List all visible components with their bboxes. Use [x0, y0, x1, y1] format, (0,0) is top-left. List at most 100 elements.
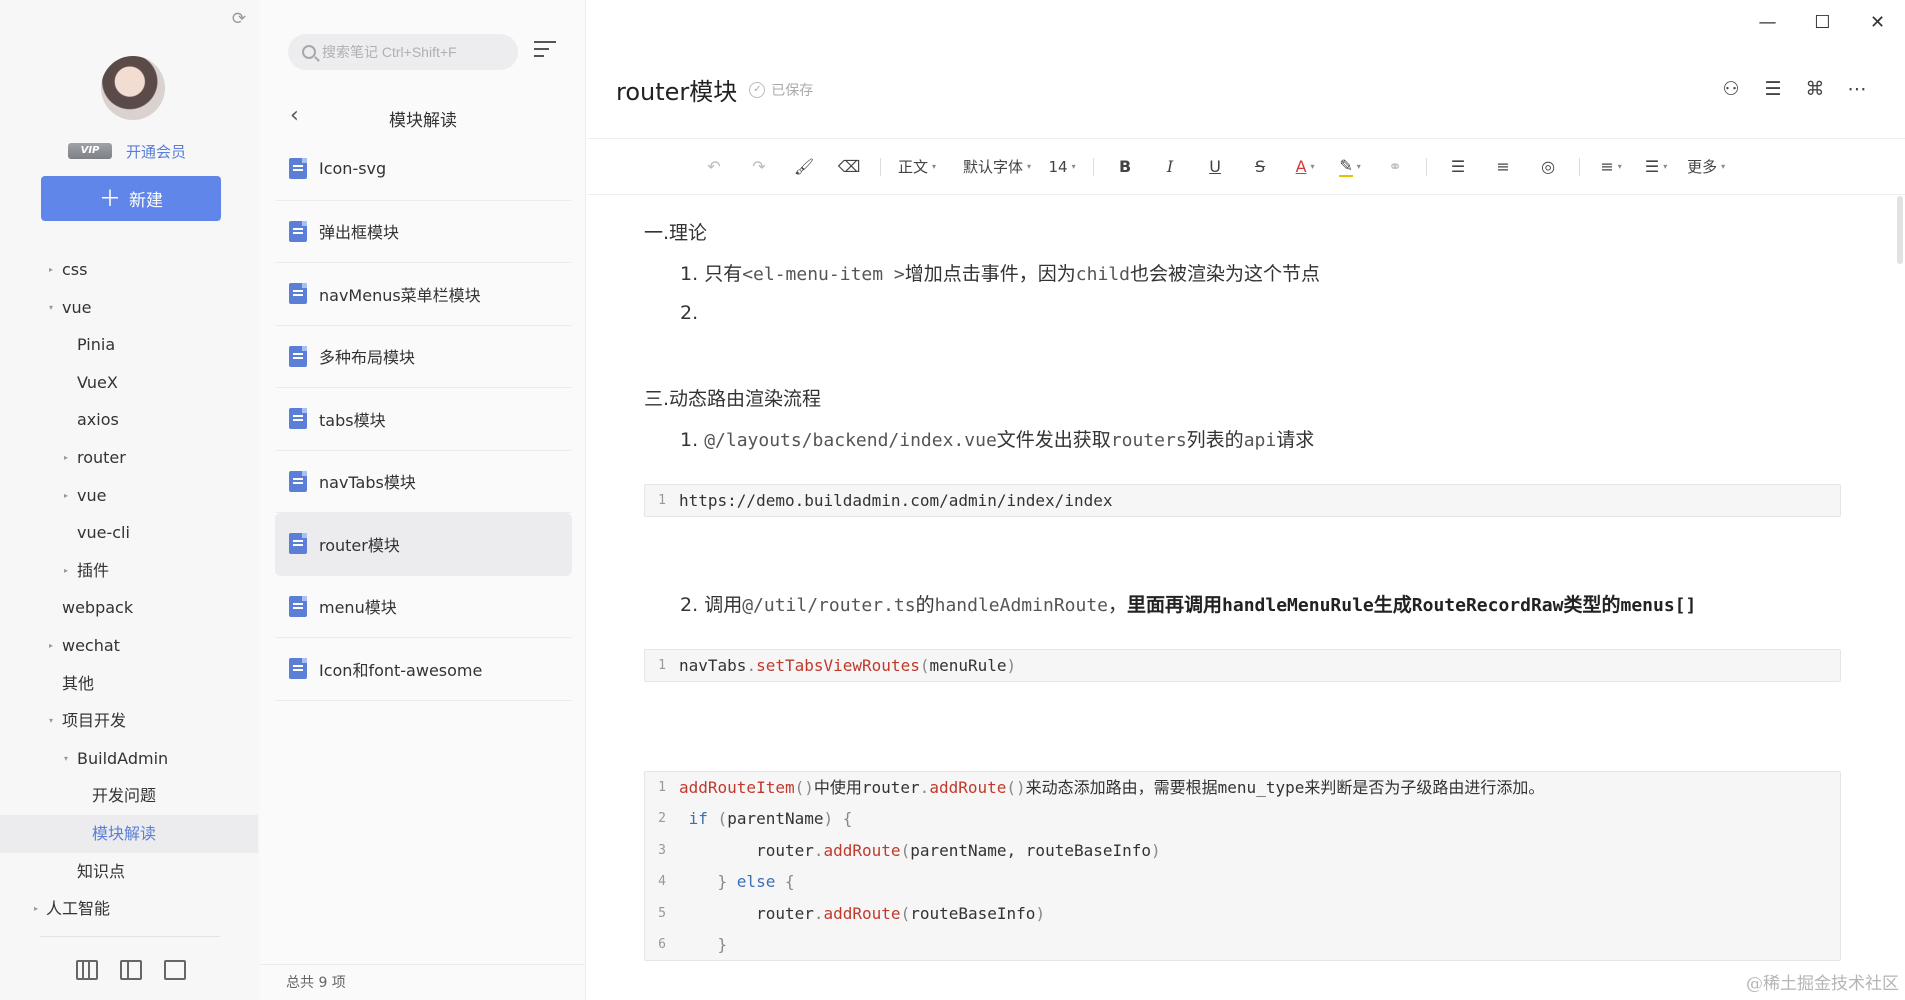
search-input[interactable] — [322, 44, 502, 60]
font-size-dropdown[interactable]: 14 ▾ — [1048, 153, 1076, 181]
vip-row: VIP 开通会员 — [68, 141, 186, 161]
note-item[interactable]: 弹出框模块 — [275, 201, 572, 263]
sidebar-item-6[interactable]: ▸ vue — [0, 477, 258, 515]
two-column-view-icon[interactable] — [120, 960, 142, 980]
caret-right-icon[interactable]: ▸ — [61, 477, 71, 515]
paragraph-style-dropdown[interactable]: 正文 ▾ — [898, 153, 936, 181]
caret-right-icon[interactable]: ▸ — [46, 251, 56, 289]
three-column-view-icon[interactable] — [76, 960, 98, 980]
outline-search-icon[interactable]: ☰ — [1762, 78, 1784, 100]
sidebar-item-9[interactable]: webpack — [0, 589, 258, 627]
highlight-dropdown[interactable]: ✎ ▾ — [1336, 153, 1364, 181]
sidebar-item-16[interactable]: 知识点 — [0, 853, 258, 891]
avatar[interactable] — [101, 56, 165, 120]
note-item[interactable]: menu模块 — [275, 576, 572, 638]
code-function: addRoute — [823, 903, 901, 923]
align-dropdown[interactable]: ≡ ▾ — [1597, 153, 1625, 181]
caret-right-icon[interactable]: ▸ — [46, 627, 56, 665]
code-keyword: if — [688, 809, 708, 829]
note-item[interactable]: navMenus菜单栏模块 — [275, 263, 572, 326]
close-icon[interactable]: ✕ — [1850, 6, 1905, 38]
back-icon[interactable]: ‹ — [290, 105, 310, 127]
scrollbar-thumb[interactable] — [1897, 196, 1903, 264]
bold-icon[interactable]: B — [1111, 153, 1139, 181]
underline-icon[interactable]: U — [1201, 153, 1229, 181]
sidebar-item-5[interactable]: ▸ router — [0, 439, 258, 477]
caret-right-icon[interactable]: ▸ — [31, 890, 41, 928]
caret-down-icon[interactable]: ▾ — [61, 740, 71, 778]
sidebar-item-2[interactable]: Pinia — [0, 326, 258, 364]
sidebar-item-15[interactable]: 模块解读 — [0, 814, 258, 853]
note-item[interactable]: Icon和font-awesome — [275, 638, 572, 701]
sidebar-item-label: 其他 — [62, 673, 95, 693]
divider — [1426, 157, 1428, 176]
note-item[interactable]: tabs模块 — [275, 388, 572, 451]
link-icon[interactable]: ⚭ — [1381, 153, 1409, 181]
document-icon — [289, 345, 307, 367]
note-title: navTabs模块 — [319, 473, 416, 493]
highlight-icon: ✎ — [1339, 156, 1353, 177]
line-number: 1 — [658, 780, 666, 795]
checklist-icon[interactable]: ◎ — [1534, 153, 1562, 181]
list-number: 1. — [680, 263, 699, 285]
numbered-list-icon[interactable]: ≡ — [1489, 153, 1517, 181]
sidebar-item-label: router — [77, 447, 126, 467]
sidebar-item-7[interactable]: vue-cli — [0, 514, 258, 552]
maximize-icon[interactable]: ☐ — [1795, 6, 1850, 38]
sidebar-item-label: 知识点 — [77, 861, 126, 881]
doc-title[interactable]: router模块 — [616, 72, 737, 107]
chevron-down-icon: ▾ — [1310, 162, 1315, 171]
undo-icon[interactable]: ↶ — [700, 153, 728, 181]
font-dropdown[interactable]: 默认字体 ▾ — [963, 153, 1031, 181]
more-dropdown[interactable]: 更多 ▾ — [1687, 153, 1725, 181]
caret-right-icon[interactable]: ▸ — [61, 439, 71, 477]
mindmap-icon[interactable]: ⌘ — [1804, 78, 1826, 100]
inline-code: routers — [1110, 430, 1187, 451]
note-item[interactable]: 多种布局模块 — [275, 326, 572, 388]
inline-code: <el-menu-item > — [742, 264, 905, 285]
sidebar-item-label: axios — [77, 410, 119, 430]
search-box[interactable] — [288, 34, 518, 70]
sort-icon[interactable] — [534, 41, 556, 63]
single-column-view-icon[interactable] — [164, 960, 186, 980]
more-icon[interactable]: ⋯ — [1846, 78, 1868, 100]
chevron-down-icon: ▾ — [1027, 162, 1032, 171]
code-block[interactable]: 1 addRouteItem()中使用router.addRoute()来动态添加… — [644, 771, 1841, 962]
sidebar-item-13[interactable]: ▾ BuildAdmin — [0, 740, 258, 778]
eraser-icon[interactable]: ⌫ — [835, 153, 863, 181]
share-user-icon[interactable]: ⚇ — [1720, 78, 1742, 100]
note-item[interactable]: navTabs模块 — [275, 451, 572, 513]
caret-down-icon[interactable]: ▾ — [46, 289, 56, 327]
caret-right-icon[interactable]: ▸ — [61, 552, 71, 590]
caret-down-icon[interactable]: ▾ — [46, 702, 56, 740]
open-member-link[interactable]: 开通会员 — [126, 141, 186, 162]
note-item[interactable]: router模块 — [275, 513, 572, 576]
sidebar-item-0[interactable]: ▸ css — [0, 251, 258, 289]
sidebar-item-1[interactable]: ▾ vue — [0, 289, 258, 327]
italic-icon[interactable]: I — [1156, 153, 1184, 181]
line-spacing-dropdown[interactable]: ☰ ▾ — [1642, 153, 1670, 181]
sidebar-item-10[interactable]: ▸ wechat — [0, 627, 258, 665]
note-title: 多种布局模块 — [319, 348, 416, 368]
font-color-dropdown[interactable]: A ▾ — [1291, 153, 1319, 181]
font-size-value: 14 — [1048, 157, 1068, 176]
sidebar-item-4[interactable]: axios — [0, 401, 258, 439]
note-item[interactable]: Icon-svg — [275, 138, 572, 201]
sidebar-item-11[interactable]: 其他 — [0, 665, 258, 703]
code-block[interactable]: 1 https://demo.buildadmin.com/admin/index… — [644, 484, 1841, 518]
sidebar-item-8[interactable]: ▸ 插件 — [0, 552, 258, 590]
list-header: 模块解读 ‹ — [260, 96, 586, 136]
list-item: 2. — [680, 302, 698, 324]
new-button[interactable]: ＋ 新建 — [41, 176, 221, 221]
format-painter-icon[interactable]: 🖌 — [790, 153, 818, 181]
sidebar-item-14[interactable]: 开发问题 — [0, 777, 258, 815]
sidebar-item-17[interactable]: ▸ 人工智能 — [0, 890, 258, 928]
bullet-list-icon[interactable]: ☰ — [1444, 153, 1472, 181]
sidebar-item-3[interactable]: VueX — [0, 364, 258, 402]
sync-icon[interactable]: ⟳ — [228, 9, 250, 31]
redo-icon[interactable]: ↷ — [745, 153, 773, 181]
minimize-icon[interactable]: — — [1740, 6, 1795, 38]
code-block[interactable]: 1 navTabs.setTabsViewRoutes(menuRule) — [644, 649, 1841, 683]
strikethrough-icon[interactable]: S — [1246, 153, 1274, 181]
sidebar-item-12[interactable]: ▾ 项目开发 — [0, 702, 258, 740]
